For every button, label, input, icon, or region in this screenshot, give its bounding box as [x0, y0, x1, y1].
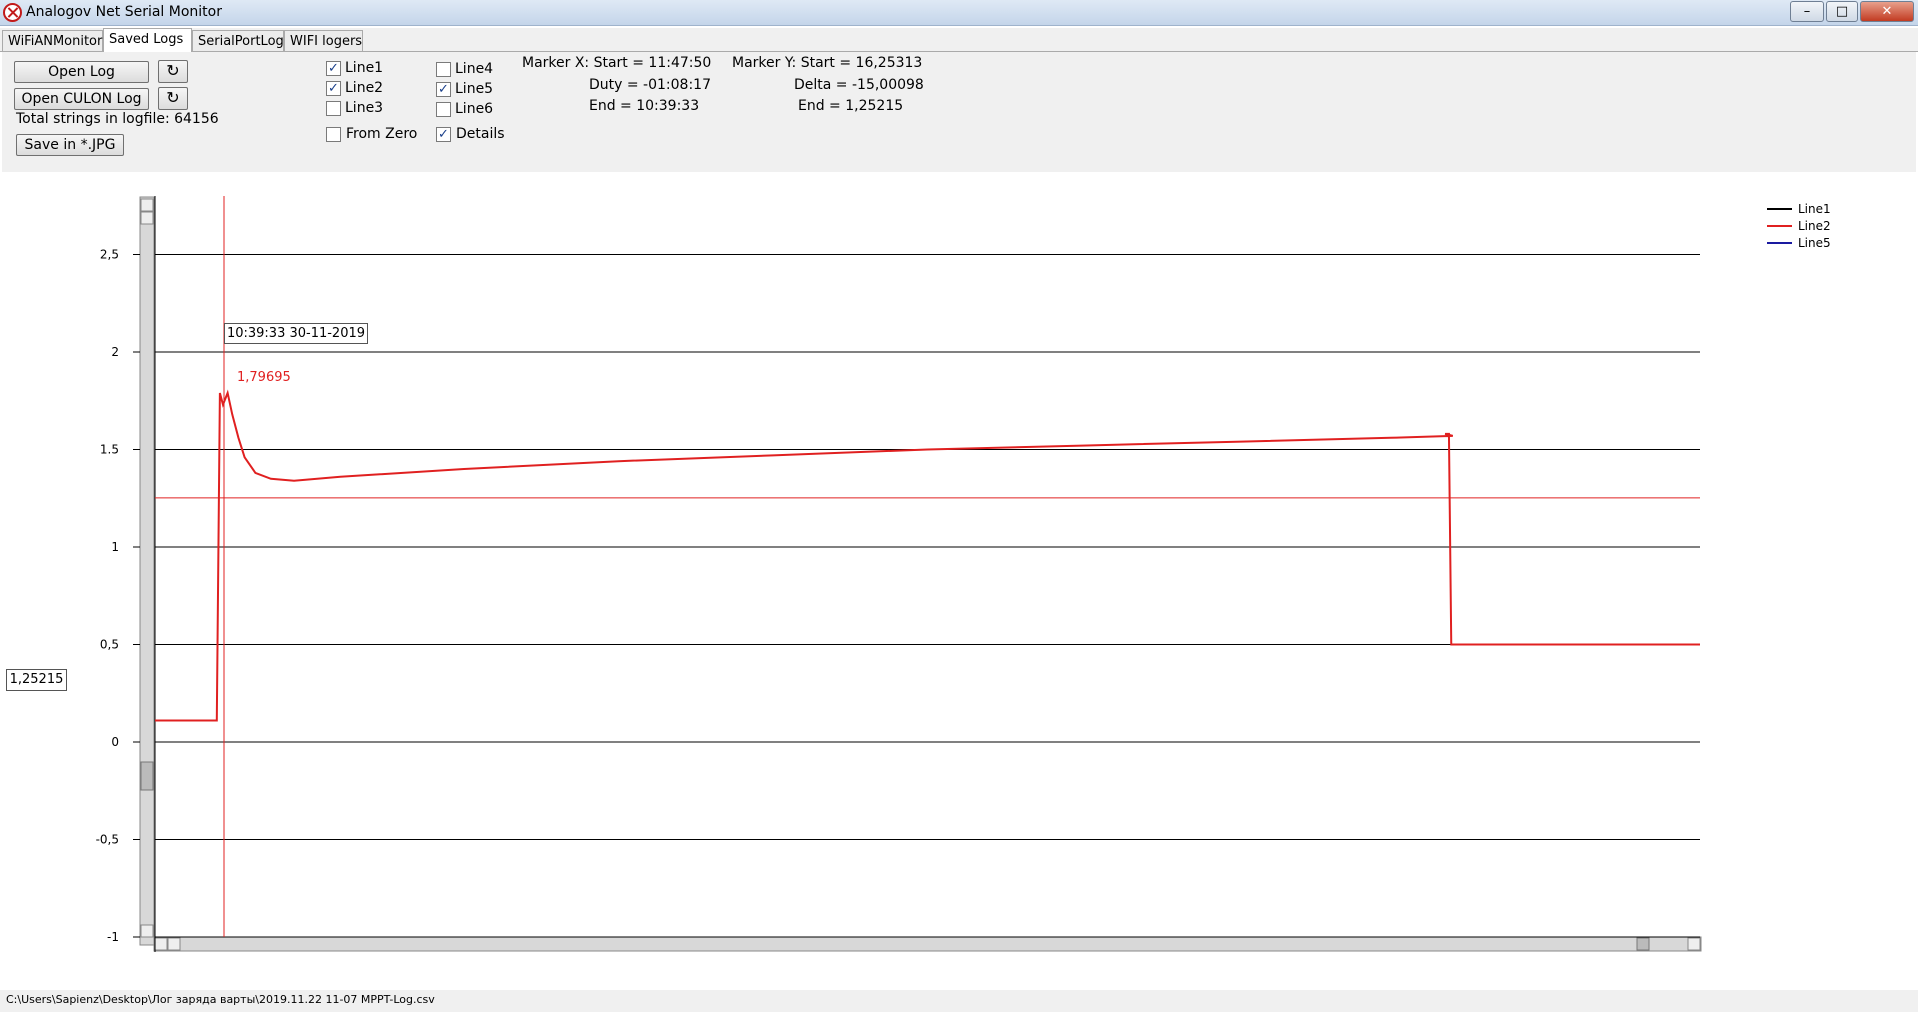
open-culon-log-button[interactable]: Open CULON Log: [14, 88, 149, 110]
maximize-button[interactable]: □: [1826, 1, 1858, 22]
line4-label: Line4: [455, 61, 494, 77]
y-tick-label: -0,5: [96, 833, 119, 847]
line1-label: Line1: [345, 60, 384, 76]
line2-label: Line2: [345, 80, 384, 96]
details-checkbox[interactable]: ✓: [436, 127, 451, 142]
tab-saved-logs[interactable]: Saved Logs: [103, 28, 192, 52]
line1-checkbox[interactable]: ✓: [326, 61, 341, 76]
y-tick-label: 1: [111, 540, 119, 554]
line5-label: Line5: [455, 81, 494, 97]
save-jpg-button[interactable]: Save in *.JPG: [16, 134, 124, 156]
tab-wifi-logers[interactable]: WIFI logers: [284, 30, 363, 51]
app-icon: [3, 3, 22, 22]
line-chart[interactable]: 2,5 2 1.5 1 0,5 0 -0,5 -1 1,79695 Line1 Line2 Line5: [0, 172, 1918, 982]
total-strings-label: Total strings in logfile: 64156: [16, 111, 219, 127]
from-zero-label: From Zero: [346, 126, 418, 142]
marker-y-start: Marker Y: Start = 16,25313: [732, 55, 923, 71]
y-tick-label: 2: [111, 345, 119, 359]
refresh-culon-button[interactable]: ↻: [158, 87, 188, 110]
tab-strip: WiFiANMonitor Saved Logs SerialPortLog W…: [0, 28, 1918, 52]
scroll-up-button[interactable]: [140, 211, 154, 225]
open-log-button[interactable]: Open Log: [14, 61, 149, 83]
y-tick-label: 2,5: [100, 248, 119, 262]
vertical-scroll-thumb[interactable]: [140, 761, 154, 791]
close-button[interactable]: ✕: [1860, 1, 1914, 22]
window-title: Analogov Net Serial Monitor: [26, 4, 222, 20]
controls-panel: Open Log ↻ Open CULON Log ↻ Total string…: [2, 52, 1916, 172]
from-zero-checkbox[interactable]: [326, 127, 341, 142]
y-tick-label: 0: [111, 735, 119, 749]
series-line2: [155, 389, 1700, 722]
line6-label: Line6: [455, 101, 494, 117]
scroll-left-button[interactable]: [167, 937, 181, 951]
line4-checkbox[interactable]: [436, 62, 451, 77]
tab-wifianmonitor[interactable]: WiFiANMonitor: [2, 30, 103, 51]
marker-x-start: Marker X: Start = 11:47:50: [522, 55, 712, 71]
line3-label: Line3: [345, 100, 384, 116]
legend-label: Line2: [1798, 219, 1831, 233]
peak-value-label: 1,79695: [237, 370, 291, 385]
cursor-y-value: 1,25215: [6, 669, 67, 691]
time-marker-label: 10:39:33 30-11-2019: [224, 323, 368, 344]
marker-x-end: End = 10:39:33: [589, 98, 700, 114]
line3-checkbox[interactable]: [326, 101, 341, 116]
refresh-icon: ↻: [166, 88, 180, 107]
marker-x-duty: Duty = -01:08:17: [589, 77, 711, 93]
y-tick-label: 0,5: [100, 638, 119, 652]
scroll-down-button[interactable]: [140, 924, 154, 938]
details-label: Details: [456, 126, 505, 142]
scroll-zoom-button[interactable]: [140, 198, 154, 212]
chart-area[interactable]: 2,5 2 1.5 1 0,5 0 -0,5 -1 1,79695 Line1 Line2 Line5…: [0, 172, 1918, 982]
refresh-log-button[interactable]: ↻: [158, 60, 188, 83]
vertical-scrollbar[interactable]: [139, 196, 155, 946]
horizontal-scroll-thumb[interactable]: [1636, 937, 1650, 951]
title-bar: Analogov Net Serial Monitor – □ ✕: [0, 0, 1918, 26]
legend-label: Line5: [1798, 236, 1831, 250]
line6-checkbox[interactable]: [436, 102, 451, 117]
file-path-status: C:\Users\Sapienz\Desktop\Лог заряда варт…: [0, 990, 1918, 1012]
scroll-right-button[interactable]: [1687, 937, 1701, 951]
y-tick-label: -1: [107, 930, 119, 944]
line5-checkbox[interactable]: ✓: [436, 82, 451, 97]
marker-y-end: End = 1,25215: [798, 98, 904, 114]
line2-checkbox[interactable]: ✓: [326, 81, 341, 96]
legend-label: Line1: [1798, 202, 1831, 216]
marker-y-delta: Delta = -15,00098: [794, 77, 924, 93]
refresh-icon: ↻: [166, 61, 180, 80]
y-tick-label: 1.5: [100, 443, 119, 457]
minimize-button[interactable]: –: [1790, 1, 1824, 22]
tab-serialportlog[interactable]: SerialPortLog: [192, 30, 284, 51]
horizontal-scrollbar[interactable]: [153, 936, 1702, 952]
scroll-zoom-button[interactable]: [154, 937, 168, 951]
